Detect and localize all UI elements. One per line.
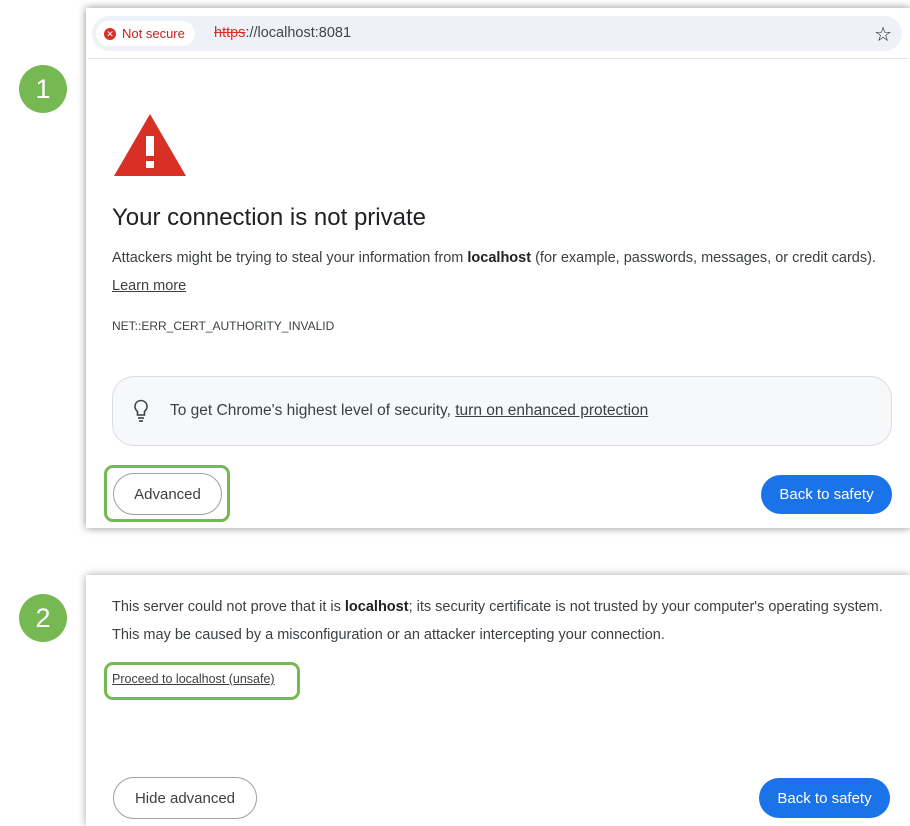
error-icon: ✕ <box>104 27 116 40</box>
step-badge-2: 2 <box>19 594 67 642</box>
url-text[interactable]: https://localhost:8081 <box>214 25 351 41</box>
back-to-safety-button-2[interactable]: Back to safety <box>759 778 890 818</box>
url-host: ://localhost:8081 <box>245 25 352 41</box>
error-code: NET::ERR_CERT_AUTHORITY_INVALID <box>112 319 335 333</box>
learn-more-link[interactable]: Learn more <box>112 278 186 294</box>
host-name-advanced: localhost <box>344 599 409 615</box>
warning-triangle-icon <box>114 114 186 176</box>
address-bar[interactable]: ✕ Not secure https://localhost:8081 ☆ <box>92 16 902 51</box>
back-to-safety-button[interactable]: Back to safety <box>761 475 892 514</box>
enhanced-protection-hint: To get Chrome's highest level of securit… <box>112 376 892 446</box>
lightbulb-icon <box>134 399 148 422</box>
privacy-warning-page: ✕ Not secure https://localhost:8081 ☆ Yo… <box>86 8 910 528</box>
advanced-highlight <box>104 465 230 522</box>
step-badge-1: 1 <box>19 65 67 113</box>
advanced-description: This server could not prove that it is l… <box>112 599 883 643</box>
url-scheme: https <box>214 25 246 41</box>
not-secure-label: Not secure <box>122 26 185 41</box>
warning-description: Attackers might be trying to steal your … <box>112 250 876 294</box>
enhanced-protection-link[interactable]: turn on enhanced protection <box>455 402 648 419</box>
page-title: Your connection is not private <box>112 204 426 231</box>
host-name: localhost <box>467 250 532 266</box>
hint-text: To get Chrome's highest level of securit… <box>170 402 649 419</box>
star-icon[interactable]: ☆ <box>874 22 892 47</box>
advanced-details-page: This server could not prove that it is l… <box>86 575 910 826</box>
hide-advanced-button[interactable]: Hide advanced <box>113 777 257 819</box>
proceed-highlight <box>104 662 300 700</box>
browser-toolbar: ✕ Not secure https://localhost:8081 ☆ <box>88 10 908 59</box>
not-secure-chip[interactable]: ✕ Not secure <box>96 21 195 46</box>
